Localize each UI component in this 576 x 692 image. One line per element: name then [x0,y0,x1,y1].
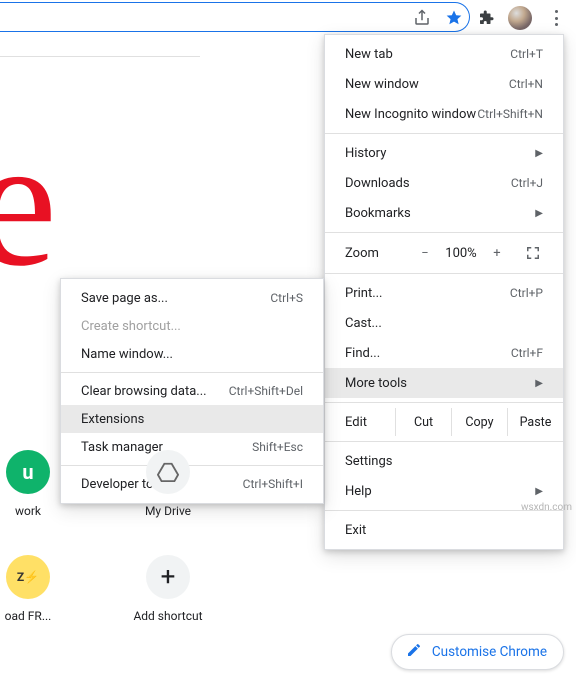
menu-cast[interactable]: Cast... [325,308,563,338]
menu-shortcut: Ctrl+S [270,291,303,305]
sub-extensions[interactable]: Extensions [61,405,323,433]
menu-shortcut: Shift+Esc [252,440,303,454]
menu-shortcut: Ctrl+T [510,47,543,61]
add-icon: + [146,555,190,599]
main-menu: New tab Ctrl+T New window Ctrl+N New Inc… [324,34,564,550]
menu-label: New tab [345,47,393,62]
menu-label: Cast... [345,316,382,331]
sub-create-shortcut: Create shortcut... [61,312,323,340]
shortcut-work[interactable]: u work [0,450,68,518]
edit-cut-button[interactable]: Cut [395,408,451,436]
separator [325,273,563,274]
shortcut-row: Z⚡ oad FR... + Add shortcut [0,555,208,623]
menu-zoom-row: Zoom − 100% + [325,237,563,269]
sub-save-page[interactable]: Save page as... Ctrl+S [61,284,323,312]
menu-label: Clear browsing data... [81,384,207,399]
menu-shortcut: Ctrl+Shift+I [243,477,303,491]
browser-toolbar [0,0,576,36]
shortcut-row: u work My Drive [0,450,208,518]
background-logo-e: e [0,110,57,295]
shortcut-label: oad FR... [5,609,52,623]
zoom-value: 100% [443,239,479,267]
shortcut-icon [146,450,190,494]
menu-label: Print... [345,286,382,301]
zoom-label: Zoom [345,246,407,261]
menu-new-tab[interactable]: New tab Ctrl+T [325,39,563,69]
menu-more-tools[interactable]: More tools ▶ [325,368,563,398]
shortcut-label: Add shortcut [133,609,202,623]
menu-label: Create shortcut... [81,319,181,334]
separator [325,441,563,442]
menu-new-window[interactable]: New window Ctrl+N [325,69,563,99]
menu-shortcut: Ctrl+P [510,286,543,300]
edit-paste-button[interactable]: Paste [507,408,563,436]
submenu-arrow-icon: ▶ [535,208,543,219]
shortcut-label: My Drive [145,504,191,518]
menu-history[interactable]: History ▶ [325,138,563,168]
customise-label: Customise Chrome [432,644,547,660]
menu-settings[interactable]: Settings [325,446,563,476]
zoom-in-button[interactable]: + [479,239,515,267]
menu-shortcut: Ctrl+Shift+Del [229,384,303,398]
menu-label: New Incognito window [345,107,476,122]
kebab-menu-button[interactable] [544,3,570,33]
menu-label: Settings [345,454,392,469]
separator [325,133,563,134]
zoom-out-button[interactable]: − [407,239,443,267]
menu-find[interactable]: Find... Ctrl+F [325,338,563,368]
menu-label: New window [345,77,419,92]
pencil-icon [406,642,422,662]
menu-edit-row: Edit Cut Copy Paste [325,407,563,437]
shortcut-icon: Z⚡ [6,555,50,599]
separator [61,372,323,373]
menu-label: History [345,146,386,161]
submenu-arrow-icon: ▶ [535,486,543,497]
menu-label: Bookmarks [345,206,411,221]
customise-chrome-button[interactable]: Customise Chrome [391,634,564,670]
menu-shortcut: Ctrl+Shift+N [477,107,543,121]
menu-print[interactable]: Print... Ctrl+P [325,278,563,308]
menu-new-incognito[interactable]: New Incognito window Ctrl+Shift+N [325,99,563,129]
menu-label: Extensions [81,412,144,427]
menu-shortcut: Ctrl+F [511,346,543,360]
menu-label: Save page as... [81,291,168,306]
menu-downloads[interactable]: Downloads Ctrl+J [325,168,563,198]
menu-shortcut: Ctrl+J [511,176,543,190]
menu-exit[interactable]: Exit [325,515,563,545]
edit-copy-button[interactable]: Copy [451,408,507,436]
shortcut-oad-fr[interactable]: Z⚡ oad FR... [0,555,68,623]
menu-label: Find... [345,346,380,361]
menu-bookmarks[interactable]: Bookmarks ▶ [325,198,563,228]
submenu-arrow-icon: ▶ [535,378,543,389]
watermark: wsxdn.com [521,502,572,513]
separator [325,232,563,233]
shortcut-add[interactable]: + Add shortcut [128,555,208,623]
profile-avatar[interactable] [508,6,532,30]
menu-label: Help [345,484,372,499]
extensions-icon[interactable] [476,8,496,28]
menu-shortcut: Ctrl+N [509,77,543,91]
divider [0,56,200,57]
address-bar-outline[interactable] [0,2,470,32]
separator [325,402,563,403]
menu-label: Downloads [345,176,410,191]
shortcut-label: work [15,504,41,518]
shortcut-icon: u [6,450,50,494]
edit-label: Edit [345,415,395,430]
menu-label: More tools [345,376,407,391]
menu-label: Exit [345,523,366,538]
submenu-arrow-icon: ▶ [535,148,543,159]
menu-label: Name window... [81,347,173,362]
sub-name-window[interactable]: Name window... [61,340,323,368]
fullscreen-button[interactable] [515,239,551,267]
shortcut-my-drive[interactable]: My Drive [128,450,208,518]
sub-clear-data[interactable]: Clear browsing data... Ctrl+Shift+Del [61,377,323,405]
